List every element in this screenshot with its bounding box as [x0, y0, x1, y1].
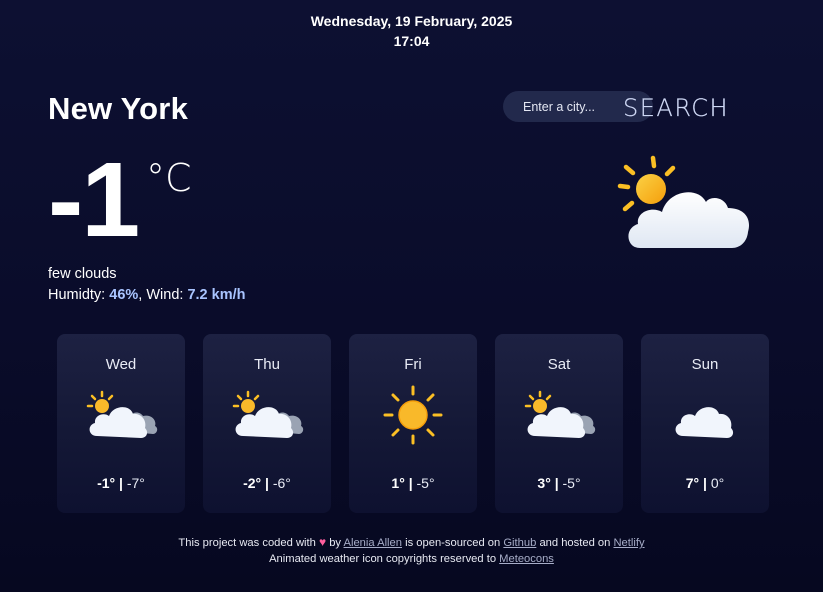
partly-cloudy-day-icon [519, 384, 599, 449]
forecast-max: -2° [243, 475, 262, 491]
forecast-min: 0° [710, 475, 725, 491]
current-temperature: -1 [48, 141, 140, 259]
footer-text: Animated weather icon copyrights reserve… [269, 552, 497, 565]
forecast-range: 3° | -5° [537, 475, 581, 491]
forecast-range: -1° | -7° [97, 475, 145, 491]
forecast-day: Sun [691, 356, 719, 373]
footer-line-2: Animated weather icon copyrights reserve… [0, 552, 823, 568]
netlify-link[interactable]: Netlify [613, 537, 644, 549]
forecast-range: 7° | 0° [685, 475, 725, 491]
current-date: Wednesday, 19 February, 2025 [310, 13, 513, 29]
forecast-range: -2° | -6° [243, 475, 291, 491]
forecast-max: 3° [537, 475, 551, 491]
footer-text: and hosted on [539, 537, 611, 549]
forecast-card: Fri 1° | -5° [349, 334, 477, 513]
forecast-min: -7° [126, 475, 145, 491]
author-link[interactable]: Alenia Allen [344, 537, 402, 549]
humidity-value: 46% [109, 287, 139, 303]
cloudy-icon [665, 384, 745, 449]
meteocons-link[interactable]: Meteocons [499, 553, 554, 565]
forecast-card: Thu -2° | -6° [203, 334, 331, 513]
clear-day-icon [373, 384, 453, 453]
forecast-day: Thu [254, 356, 280, 373]
footer: This project was coded with ♥ by Alenia … [0, 535, 823, 567]
wind-label: Wind: [146, 287, 184, 303]
city-name: New York [48, 91, 189, 126]
footer-text: by [329, 537, 342, 549]
forecast-day: Sat [547, 356, 571, 373]
forecast-max: 1° [391, 475, 405, 491]
weather-description: few clouds [48, 266, 117, 282]
footer-text: This project was coded with [178, 537, 316, 549]
forecast-min: -5° [562, 475, 581, 491]
humidity-wind: Humidty: 46%, Wind: 7.2 km/h [48, 287, 246, 303]
partly-cloudy-day-icon [227, 384, 307, 449]
humidity-label: Humidty: [48, 287, 106, 303]
date-time: Wednesday, 19 February, 2025 17:04 [0, 11, 823, 51]
forecast-day: Fri [404, 356, 422, 373]
search-button[interactable]: SEARCH [623, 94, 729, 122]
footer-line-1: This project was coded with ♥ by Alenia … [0, 535, 823, 552]
forecast-card: Sat 3° | -5° [495, 334, 623, 513]
forecast-max: 7° [685, 475, 700, 491]
wind-value: 7.2 km/h [187, 287, 246, 303]
forecast-card: Sun 7° | 0° [641, 334, 769, 513]
forecast-min: -6° [272, 475, 291, 491]
partly-cloudy-day-icon [612, 152, 752, 261]
partly-cloudy-day-icon [81, 384, 161, 449]
github-link[interactable]: Github [503, 537, 536, 549]
heart-icon: ♥ [318, 535, 327, 549]
temperature-unit: °C [146, 156, 192, 200]
forecast-day: Wed [105, 356, 137, 373]
footer-text: is open-sourced on [405, 537, 501, 549]
current-time: 17:04 [393, 33, 430, 49]
forecast-card: Wed -1° | -7° [57, 334, 185, 513]
forecast-range: 1° | -5° [391, 475, 435, 491]
forecast-min: -5° [416, 475, 435, 491]
forecast-max: -1° [97, 475, 116, 491]
